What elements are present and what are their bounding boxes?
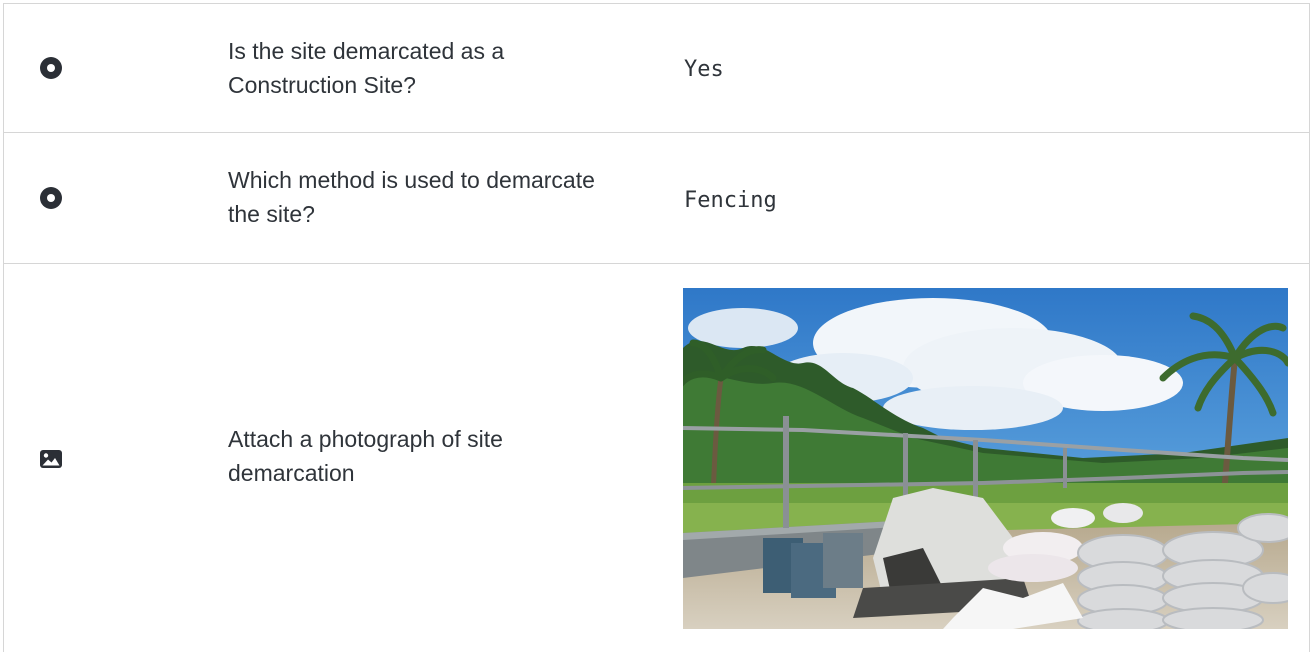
image-icon	[40, 450, 62, 468]
answer-value: Fencing	[684, 188, 777, 213]
question-label: Attach a photograph of site demarcation	[228, 426, 503, 486]
question-label: Which method is used to demarcate the si…	[228, 167, 595, 227]
table-row: Which method is used to demarcate the si…	[4, 133, 1309, 264]
site-demarcation-photo[interactable]	[683, 288, 1288, 629]
radio-selected-icon	[40, 187, 62, 209]
table-row: Attach a photograph of site demarcation	[4, 264, 1309, 653]
radio-selected-icon	[40, 57, 62, 79]
survey-answers-table: Is the site demarcated as a Construction…	[3, 3, 1310, 652]
answer-value: Yes	[684, 57, 724, 82]
question-label: Is the site demarcated as a Construction…	[228, 38, 505, 98]
table-row: Is the site demarcated as a Construction…	[4, 4, 1309, 133]
